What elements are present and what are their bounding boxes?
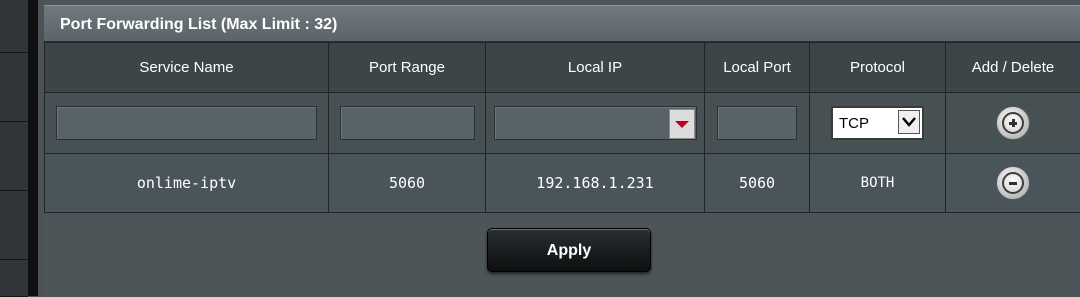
panel-title: Port Forwarding List (Max Limit : 32): [44, 5, 1080, 42]
add-circle-icon: [1002, 112, 1024, 134]
local-port-input[interactable]: [717, 106, 797, 140]
side-menu-tab[interactable]: [0, 0, 28, 53]
side-menu-strip: [0, 0, 38, 296]
chevron-down-icon: [898, 110, 920, 134]
column-header-local-port: Local Port: [705, 43, 810, 93]
side-menu-tab[interactable]: [0, 53, 28, 122]
local-ip-input[interactable]: [494, 106, 697, 140]
remove-circle-icon: [1002, 172, 1024, 194]
local-ip-dropdown-button[interactable]: [669, 109, 695, 139]
column-header-local-ip: Local IP: [486, 43, 705, 93]
rule-local-port: 5060: [705, 154, 810, 213]
service-name-input[interactable]: [56, 106, 317, 140]
column-header-add-delete: Add / Delete: [946, 43, 1080, 93]
delete-rule-button[interactable]: [996, 166, 1030, 200]
new-rule-row: TCP: [45, 93, 1080, 154]
port-forwarding-table: Service Name Port Range Local IP Local P…: [44, 42, 1080, 213]
side-menu-tab[interactable]: [0, 260, 28, 297]
port-range-input[interactable]: [340, 106, 475, 140]
protocol-select-value: TCP: [839, 115, 869, 132]
local-ip-combo: [494, 106, 697, 140]
column-header-service-name: Service Name: [45, 43, 329, 93]
table-row: onlime-iptv 5060 192.168.1.231 5060 BOTH: [45, 154, 1080, 213]
column-header-port-range: Port Range: [329, 43, 486, 93]
rule-protocol: BOTH: [810, 154, 946, 213]
rule-local-ip: 192.168.1.231: [486, 154, 705, 213]
rule-service-name: onlime-iptv: [45, 154, 329, 213]
side-menu-tab[interactable]: [0, 191, 28, 260]
side-menu-edge: [28, 0, 38, 296]
chevron-down-icon: [675, 121, 689, 128]
apply-button[interactable]: Apply: [487, 228, 651, 272]
column-header-protocol: Protocol: [810, 43, 946, 93]
rule-port-range: 5060: [329, 154, 486, 213]
port-forwarding-panel: Port Forwarding List (Max Limit : 32) Se…: [44, 0, 1080, 296]
table-header-row: Service Name Port Range Local IP Local P…: [45, 43, 1080, 93]
add-rule-button[interactable]: [996, 106, 1030, 140]
protocol-select[interactable]: TCP: [831, 106, 924, 140]
side-menu-tab[interactable]: [0, 122, 28, 191]
